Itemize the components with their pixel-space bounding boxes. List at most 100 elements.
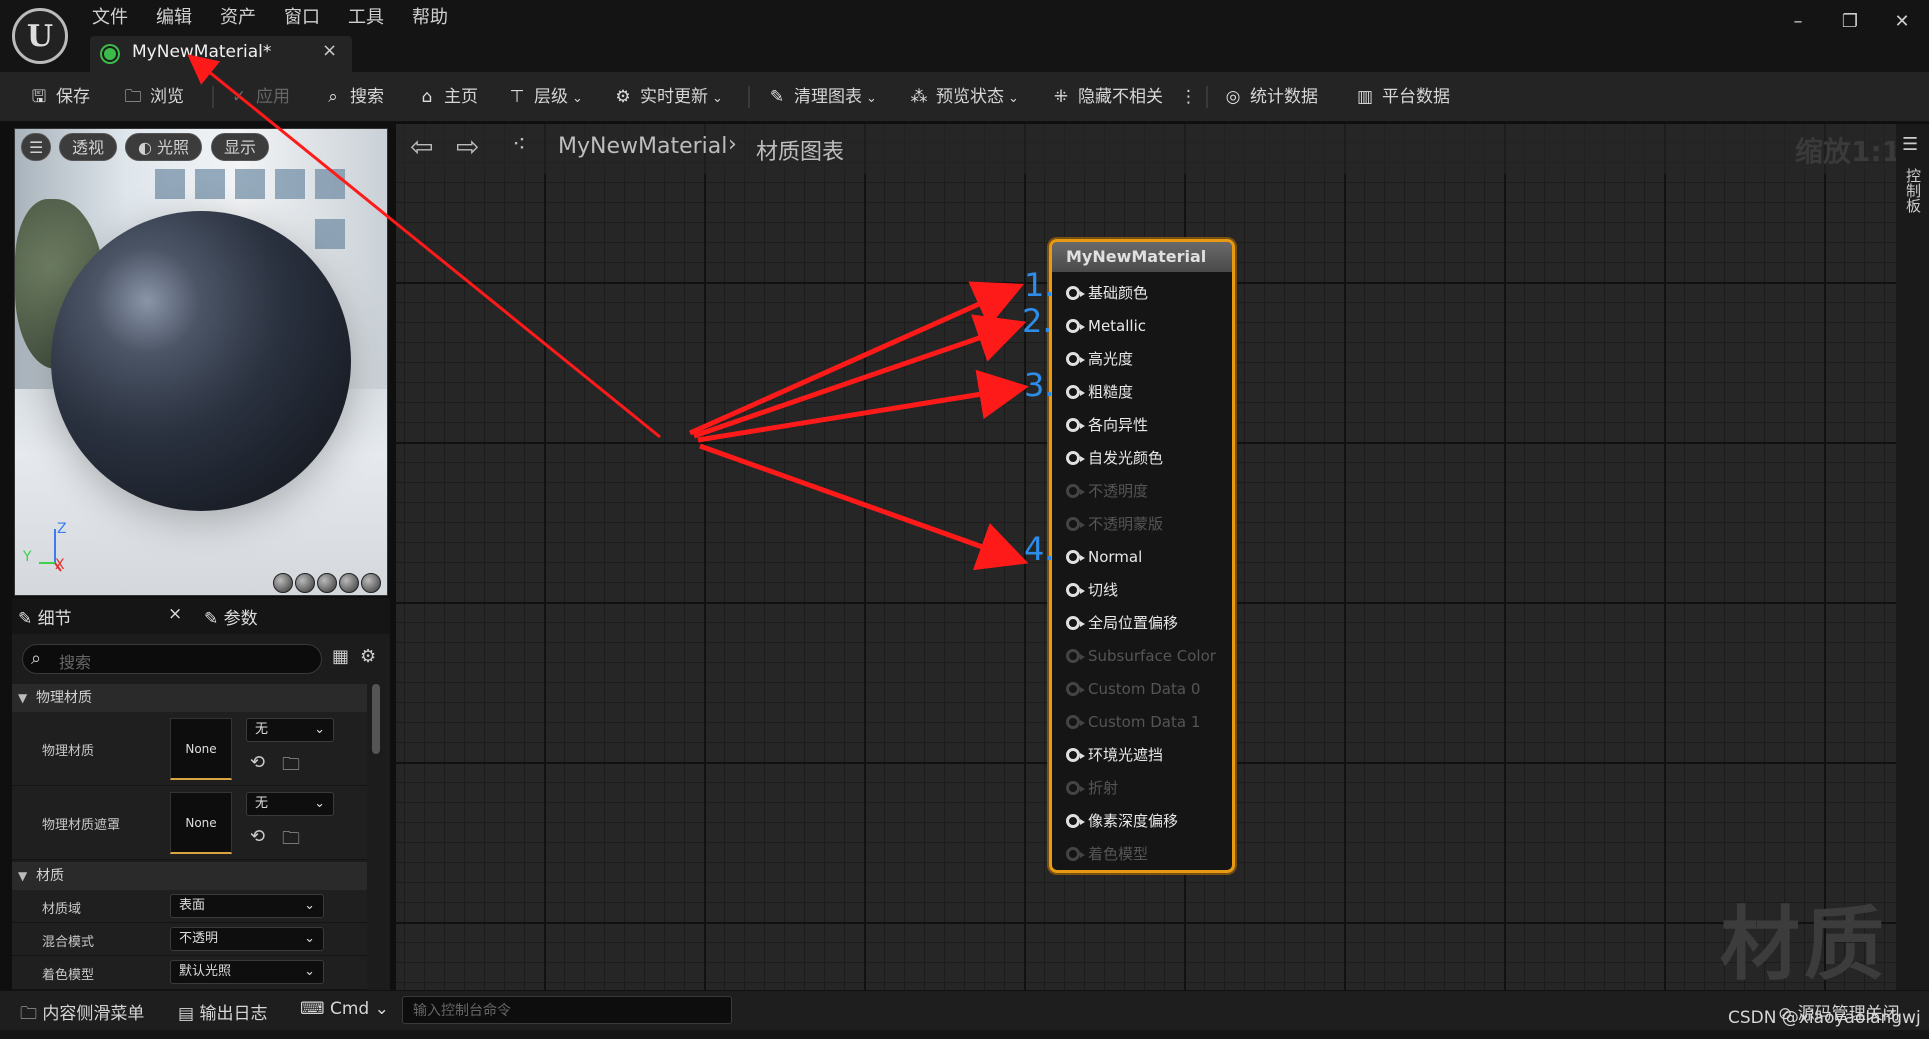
pin-connector-icon[interactable]: [1066, 781, 1085, 795]
node-input-pin[interactable]: 不透明度: [1066, 480, 1148, 502]
stats-button[interactable]: ◎ 统计数据: [1222, 82, 1318, 112]
reset-arrow-icon[interactable]: ⟲: [250, 826, 265, 847]
live-update-button[interactable]: ⚙ 实时更新 ⌄: [612, 82, 723, 112]
unreal-logo-icon[interactable]: U: [12, 8, 68, 64]
node-input-pin[interactable]: 不透明蒙版: [1066, 513, 1163, 535]
more-options-icon[interactable]: ⋮: [1180, 82, 1197, 112]
pin-connector-icon[interactable]: [1066, 286, 1085, 300]
search-button[interactable]: ⌕ 搜索: [322, 82, 384, 112]
pin-connector-icon[interactable]: [1066, 484, 1085, 498]
cube-preview-icon[interactable]: [339, 573, 359, 593]
node-input-pin[interactable]: 折射: [1066, 777, 1118, 799]
browse-button[interactable]: 🗀 浏览: [122, 82, 185, 112]
clean-graph-button[interactable]: ✎ 清理图表 ⌄: [766, 82, 877, 112]
pin-connector-icon[interactable]: [1066, 616, 1085, 630]
pin-connector-icon[interactable]: [1066, 682, 1085, 696]
node-input-pin[interactable]: 自发光颜色: [1066, 447, 1163, 469]
node-input-pin[interactable]: 切线: [1066, 579, 1118, 601]
material-domain-combo[interactable]: 表面 ⌄: [170, 894, 324, 918]
document-tab[interactable]: MyNewMaterial* ×: [90, 36, 352, 72]
pin-connector-icon[interactable]: [1066, 748, 1085, 762]
content-drawer-button[interactable]: 🗀 内容侧滑菜单: [20, 999, 144, 1030]
phys-mask-combo[interactable]: 无 ⌄: [246, 792, 334, 816]
save-button[interactable]: 🖫 保存: [28, 82, 90, 112]
reset-arrow-icon[interactable]: ⟲: [250, 752, 265, 773]
viewport-menu-icon[interactable]: ☰: [21, 133, 52, 161]
node-input-pin[interactable]: 高光度: [1066, 348, 1133, 370]
pin-connector-icon[interactable]: [1066, 319, 1085, 333]
node-input-pin[interactable]: Metallic: [1066, 315, 1146, 337]
home-button[interactable]: ⌂ 主页: [416, 82, 478, 112]
pin-connector-icon[interactable]: [1066, 517, 1085, 531]
details-scrollbar[interactable]: [372, 684, 380, 754]
output-log-button[interactable]: ▤ 输出日志: [178, 999, 267, 1024]
pin-connector-icon[interactable]: [1066, 451, 1085, 465]
hierarchy-button[interactable]: ⊤ 层级 ⌄: [506, 82, 583, 112]
plane-preview-icon[interactable]: [317, 573, 337, 593]
params-tab[interactable]: ✎ 参数: [204, 604, 258, 629]
breadcrumb-material[interactable]: MyNewMaterial: [558, 134, 727, 159]
close-window-button[interactable]: ✕: [1882, 8, 1922, 36]
restore-button[interactable]: ❐: [1830, 8, 1870, 36]
asset-thumbnail[interactable]: None: [170, 792, 232, 854]
menu-window[interactable]: 窗口: [284, 4, 320, 32]
node-input-pin[interactable]: 各向异性: [1066, 414, 1148, 436]
node-input-pin[interactable]: Subsurface Color: [1066, 645, 1216, 667]
close-tab-icon[interactable]: ×: [322, 40, 337, 61]
details-tab[interactable]: ✎ 细节: [18, 604, 72, 629]
console-command-input[interactable]: 输入控制台命令: [402, 996, 732, 1024]
show-button[interactable]: 显示: [211, 133, 270, 161]
category-physical-material[interactable]: ▼ 物理材质: [12, 684, 367, 712]
node-input-pin[interactable]: 基础颜色: [1066, 282, 1148, 304]
pin-connector-icon[interactable]: [1066, 352, 1085, 366]
menu-edit[interactable]: 编辑: [156, 4, 192, 32]
preview-viewport[interactable]: ☰ 透视 ◐ 光照 显示 Z Y X: [14, 128, 388, 596]
pin-connector-icon[interactable]: [1066, 583, 1085, 597]
asset-thumbnail[interactable]: None: [170, 718, 232, 780]
pin-connector-icon[interactable]: [1066, 550, 1085, 564]
phys-mat-combo[interactable]: 无 ⌄: [246, 718, 334, 742]
node-input-pin[interactable]: 像素深度偏移: [1066, 810, 1178, 832]
lit-button[interactable]: ◐ 光照: [125, 133, 203, 161]
menu-tools[interactable]: 工具: [348, 4, 384, 32]
pin-connector-icon[interactable]: [1066, 715, 1085, 729]
minimize-button[interactable]: –: [1778, 8, 1818, 36]
breadcrumb-graph[interactable]: 材质图表: [756, 134, 844, 166]
cmd-selector[interactable]: ⌨ Cmd ⌄: [300, 999, 389, 1019]
pin-connector-icon[interactable]: [1066, 418, 1085, 432]
platform-stats-button[interactable]: ▥ 平台数据: [1354, 82, 1450, 112]
settings-gear-icon[interactable]: ⚙: [360, 646, 376, 667]
node-input-pin[interactable]: 环境光遮挡: [1066, 744, 1163, 766]
apply-button[interactable]: ✓ 应用: [228, 82, 290, 112]
menu-help[interactable]: 帮助: [412, 4, 448, 32]
panel-list-icon[interactable]: ☰: [1902, 134, 1918, 155]
blend-mode-combo[interactable]: 不透明 ⌄: [170, 927, 324, 951]
menu-file[interactable]: 文件: [92, 4, 128, 32]
node-input-pin[interactable]: 全局位置偏移: [1066, 612, 1178, 634]
hide-unrelated-button[interactable]: ⁜ 隐藏不相关: [1050, 82, 1163, 112]
forward-arrow-icon[interactable]: ⇨: [456, 130, 479, 163]
pin-connector-icon[interactable]: [1066, 385, 1085, 399]
node-input-pin[interactable]: 着色模型: [1066, 843, 1148, 865]
sphere-preview-icon[interactable]: [295, 573, 315, 593]
preview-state-button[interactable]: ⁂ 预览状态 ⌄: [908, 82, 1019, 112]
node-input-pin[interactable]: Custom Data 0: [1066, 678, 1200, 700]
control-panel-tab[interactable]: 控制板: [1898, 168, 1924, 213]
menu-asset[interactable]: 资产: [220, 4, 256, 32]
browse-asset-icon[interactable]: 🗀: [282, 826, 300, 856]
close-details-icon[interactable]: ×: [168, 604, 182, 624]
pin-connector-icon[interactable]: [1066, 847, 1085, 861]
material-result-node[interactable]: MyNewMaterial 基础颜色 Metallic 高光度 粗糙度 各向异性 自发光颜…: [1049, 239, 1235, 873]
node-input-pin[interactable]: Custom Data 1: [1066, 711, 1200, 733]
node-input-pin[interactable]: Normal: [1066, 546, 1142, 568]
back-arrow-icon[interactable]: ⇦: [410, 130, 433, 163]
pin-connector-icon[interactable]: [1066, 814, 1085, 828]
category-material[interactable]: ▼ 材质: [12, 862, 367, 890]
pin-connector-icon[interactable]: [1066, 649, 1085, 663]
cylinder-preview-icon[interactable]: [273, 573, 293, 593]
browse-asset-icon[interactable]: 🗀: [282, 752, 300, 782]
perspective-button[interactable]: 透视: [59, 133, 118, 161]
node-input-pin[interactable]: 粗糙度: [1066, 381, 1133, 403]
table-view-icon[interactable]: ▦: [332, 646, 349, 667]
details-search-input[interactable]: ⌕ 搜索: [22, 644, 322, 674]
